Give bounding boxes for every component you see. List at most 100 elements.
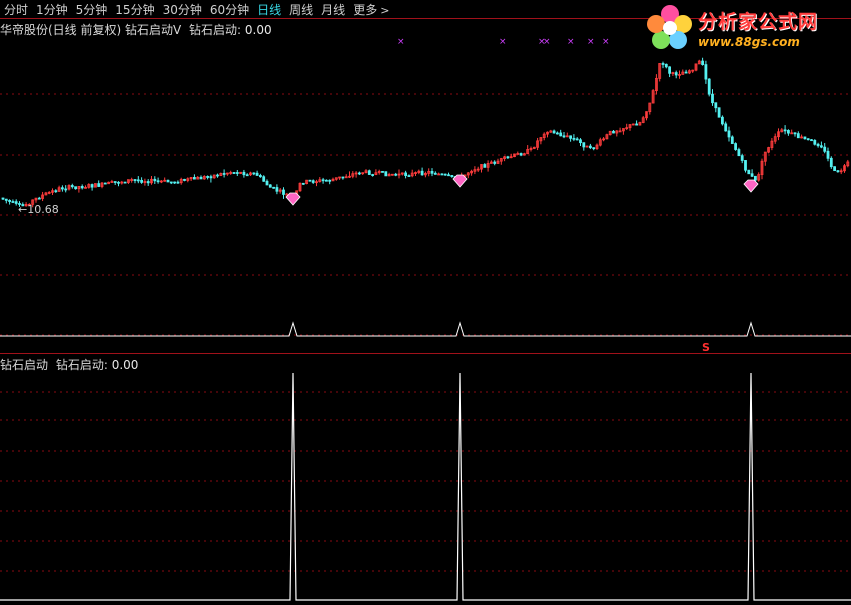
candle-body [810,139,813,142]
x-marker-icon: × [397,37,405,47]
candle-body [222,173,226,175]
candle-body [321,179,325,182]
candle-body [103,182,107,185]
candle-body [70,185,74,188]
x-marker-icon: × [567,37,575,47]
candle-body [156,180,160,183]
candle-body [381,171,384,173]
candle-body [64,188,68,191]
x-marker-icon: × [587,37,595,47]
watermark-name: 分析家公式网 [698,11,819,33]
candle-body [579,139,582,144]
candle-body [430,171,434,174]
candle-body [674,72,678,76]
candle-body [206,176,210,178]
candle-body [783,129,787,132]
candle-body [242,171,246,176]
candle-body [724,123,728,132]
candle-body [450,175,454,177]
candle-body [232,172,236,174]
candle-body [153,178,157,182]
candle-body [90,184,94,188]
candle-body [816,143,820,147]
flower-logo-icon [647,5,692,49]
candle-body [618,130,622,133]
candle-body [255,172,259,176]
sub-panel-title: 钻石启动 钻石启动: 0.00 [0,356,138,373]
main-signal-line [0,321,851,337]
candle-body [793,132,797,135]
candle-body [371,174,375,176]
candle-body [216,174,219,177]
candle-body [559,132,563,137]
main-panel-title: 华帝股份(日线 前复权) 钻石启动V 钻石启动: 0.00 [0,21,272,38]
candle-body [506,156,510,159]
low-price-value: 10.68 [27,203,59,216]
x-marker-icon: × [499,37,507,47]
candle-body [572,137,576,140]
candle-body [701,60,704,65]
candle-body [272,186,276,189]
sub-panel-name: 钻石启动 [0,358,49,372]
candle-body [829,157,833,168]
candle-body [589,145,592,149]
candle-body [575,138,579,141]
candle-body [140,179,144,183]
candle-body [562,135,566,138]
candle-body [245,174,249,177]
candle-body [813,140,817,145]
sub-signal-line [0,372,851,601]
candle-body [252,172,256,175]
candle-body [711,93,714,104]
main-indicator-label: 钻石启动: [189,23,242,37]
candle-body [311,180,315,183]
candle-body [483,164,487,168]
candle-body [54,190,58,193]
candle-body [820,145,823,148]
chart-canvas[interactable]: × × ×× × × × [0,0,851,605]
candle-body [235,172,239,174]
candle-body [664,63,668,68]
candle-body [420,170,424,176]
candle-body [308,179,312,182]
candle-body [61,187,64,190]
candle-body [4,198,8,201]
watermark-logo: 分析家公式网 www.88gs.com [644,0,849,58]
candle-body [787,130,790,134]
sub-indicator-value: 0.00 [111,358,139,372]
candle-body [592,147,596,150]
candle-body [730,136,734,144]
candle-body [265,180,269,186]
candle-body [407,175,411,177]
candle-body [440,173,444,176]
candle-body [268,184,272,188]
candle-body [806,138,810,141]
candle-body [11,201,15,203]
candle-body [301,182,305,185]
low-price-marker: ←10.68 [18,203,59,216]
candle-body [384,171,388,177]
candle-body [133,179,137,181]
diamond-icon [452,174,468,188]
candle-body [556,132,559,135]
candle-body [123,181,127,184]
candle-body [635,123,638,126]
x-marker-icon: × [543,37,551,47]
candle-body [796,133,800,139]
candle-body [209,176,213,179]
candle-body [754,175,757,181]
watermark-url: www.88gs.com [698,35,800,49]
candle-body [80,186,84,189]
diamond-icon [285,192,301,206]
candle-body [1,197,5,200]
candle-body [714,102,718,109]
candle-body [262,176,266,182]
candle-body [199,176,203,180]
signal-s-mark: S [702,341,710,354]
candle-body [173,181,177,184]
candle-body [707,78,711,95]
candle-body [826,150,830,159]
candle-body [341,176,345,179]
candle-body [612,130,615,134]
x-marker-icon: × [602,37,610,47]
